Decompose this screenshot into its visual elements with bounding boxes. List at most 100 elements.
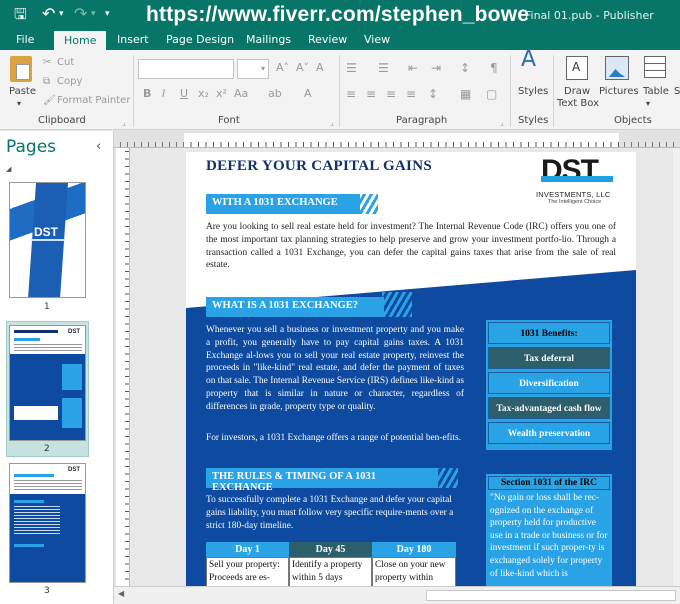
vertical-ruler — [114, 148, 130, 586]
font-name-input[interactable] — [138, 59, 234, 79]
paste-button[interactable]: Paste — [9, 86, 36, 98]
table-icon[interactable] — [644, 56, 666, 78]
scroll-left-icon[interactable]: ◀ — [118, 589, 124, 598]
page-thumbnail-2[interactable]: DST — [9, 325, 86, 441]
paste-icon[interactable] — [10, 56, 32, 82]
numbering-icon[interactable]: ☰ — [378, 62, 389, 74]
table-cell: Close on your new property within — [372, 557, 456, 586]
tab-mailings[interactable]: Mailings — [246, 33, 291, 47]
copy-button[interactable]: Copy — [57, 76, 82, 88]
banner-stripes — [382, 292, 412, 317]
tab-review[interactable]: Review — [308, 33, 347, 47]
banner-stripes — [356, 194, 378, 214]
bold-button[interactable]: B — [143, 88, 151, 100]
rules-paragraph[interactable]: To successfully complete a 1031 Exchange… — [206, 494, 462, 532]
styles-button[interactable]: Styles — [518, 86, 548, 98]
align-left-icon[interactable]: ≡ — [346, 88, 356, 100]
banner-text: WITH A 1031 EXCHANGE — [212, 197, 338, 208]
clipboard-group-label: Clipboard — [38, 115, 86, 126]
clipboard-launcher-icon[interactable]: ⌟ — [122, 117, 126, 129]
banner-what-is[interactable]: WHAT IS A 1031 EXCHANGE? — [206, 297, 384, 317]
redo-dropdown-icon[interactable]: ▾ — [91, 4, 96, 24]
divider — [133, 55, 134, 127]
superscript-button[interactable]: x² — [216, 88, 227, 100]
section-triangle-icon[interactable]: ◢ — [6, 165, 11, 173]
cut-button[interactable]: Cut — [57, 57, 74, 69]
collapse-panel-icon[interactable]: ‹ — [96, 139, 101, 154]
table-dropdown-icon[interactable]: ▾ — [646, 98, 650, 110]
tab-view[interactable]: View — [364, 33, 390, 47]
pages-panel: Pages ‹ ◢ DST 1 DST 2 DST 3 — [0, 131, 114, 604]
tab-page-design[interactable]: Page Design — [166, 33, 234, 47]
text-box-icon[interactable]: A — [566, 56, 588, 80]
page-title[interactable]: DEFER YOUR CAPITAL GAINS — [206, 158, 432, 175]
page-thumbnail-1[interactable]: DST — [9, 182, 86, 298]
pictures-icon[interactable] — [605, 56, 629, 80]
highlight-icon[interactable]: ab — [268, 88, 282, 100]
horizontal-scrollbar[interactable]: ◀ — [114, 586, 680, 604]
banner-rules-timing[interactable]: THE RULES & TIMING OF A 1031 EXCHANGE — [206, 468, 438, 493]
section-1031-box[interactable]: Section 1031 of the IRC "No gain or loss… — [486, 474, 612, 586]
timeline-table[interactable]: Day 1 Day 45 Day 180 Sell your property:… — [206, 542, 456, 586]
pictures-button[interactable]: Pictures — [599, 86, 639, 98]
styles-icon[interactable]: A — [521, 49, 536, 71]
tab-home[interactable]: Home — [54, 31, 107, 50]
undo-icon[interactable]: ↶ — [42, 4, 55, 24]
intro-paragraph[interactable]: Are you looking to sell real estate held… — [206, 221, 616, 272]
draw-text-box-button[interactable]: Text Box — [557, 98, 599, 110]
more-objects-button[interactable]: S — [674, 86, 680, 98]
cut-icon[interactable]: ✂ — [43, 57, 51, 69]
draw-text-box-label[interactable]: Draw — [564, 86, 590, 98]
paragraph-group-label: Paragraph — [396, 115, 448, 126]
bullets-icon[interactable]: ☰ — [346, 62, 357, 74]
tab-insert[interactable]: Insert — [117, 33, 149, 47]
styles-group-label: Styles — [518, 115, 549, 126]
benefits-intro-paragraph[interactable]: For investors, a 1031 Exchange offers a … — [206, 432, 464, 445]
font-color-icon[interactable]: A — [304, 88, 312, 100]
justify-icon[interactable]: ≡ — [406, 88, 416, 100]
align-right-icon[interactable]: ≡ — [386, 88, 396, 100]
change-case-button[interactable]: Aa — [234, 88, 248, 100]
what-is-paragraph[interactable]: Whenever you sell a business or investme… — [206, 324, 464, 414]
table-button[interactable]: Table — [643, 86, 669, 98]
benefits-title: 1031 Benefits: — [488, 322, 610, 344]
paste-dropdown-icon[interactable]: ▾ — [17, 98, 21, 110]
vertical-scrollbar[interactable] — [673, 148, 680, 586]
borders-icon[interactable]: ▢ — [486, 88, 497, 100]
benefits-box[interactable]: 1031 Benefits: Tax deferral Diversificat… — [486, 320, 612, 450]
shading-icon[interactable]: ▦ — [460, 88, 471, 100]
document-canvas[interactable]: DEFER YOUR CAPITAL GAINS DST INVESTMENTS… — [130, 148, 680, 586]
clear-formatting-icon[interactable]: A — [316, 62, 324, 74]
line-spacing-top-icon[interactable]: ↕ — [460, 62, 470, 74]
logo-bar — [541, 176, 613, 182]
align-center-icon[interactable]: ≡ — [366, 88, 376, 100]
tab-file[interactable]: File — [16, 33, 34, 47]
benefit-item: Diversification — [488, 372, 610, 394]
italic-button[interactable]: I — [162, 88, 165, 100]
publication-page[interactable]: DEFER YOUR CAPITAL GAINS DST INVESTMENTS… — [186, 152, 636, 586]
increase-indent-icon[interactable]: ⇥ — [431, 62, 441, 74]
show-formatting-button[interactable]: ¶ — [490, 62, 498, 74]
format-painter-icon[interactable]: 🖌 — [43, 95, 56, 107]
subscript-button[interactable]: x₂ — [198, 88, 209, 100]
copy-icon[interactable]: ⧉ — [43, 76, 50, 88]
banner-stripes — [436, 468, 458, 488]
line-spacing-icon[interactable]: ↕ — [428, 88, 438, 100]
save-icon[interactable]: 🖫 — [14, 4, 27, 24]
customize-toolbar-icon[interactable]: ▾ — [105, 4, 110, 24]
page-thumbnail-3[interactable]: DST — [9, 463, 86, 583]
redo-icon[interactable]: ↷ — [74, 4, 87, 24]
table-header-day-1: Day 1 — [206, 542, 289, 557]
grow-font-icon[interactable]: A˄ — [276, 62, 289, 74]
banner-with-1031[interactable]: WITH A 1031 EXCHANGE — [206, 194, 360, 214]
ribbon-tabs: File Home Insert Page Design Mailings Re… — [0, 31, 680, 50]
underline-button[interactable]: U — [180, 88, 188, 100]
paragraph-launcher-icon[interactable]: ⌟ — [500, 117, 504, 129]
decrease-indent-icon[interactable]: ⇤ — [408, 62, 418, 74]
font-size-dropdown-icon[interactable]: ▾ — [261, 63, 265, 75]
font-launcher-icon[interactable]: ⌟ — [330, 117, 334, 129]
undo-dropdown-icon[interactable]: ▾ — [59, 4, 64, 24]
horizontal-scroll-thumb[interactable] — [426, 590, 676, 601]
shrink-font-icon[interactable]: A˅ — [296, 62, 309, 74]
format-painter-button[interactable]: Format Painter — [57, 95, 130, 107]
